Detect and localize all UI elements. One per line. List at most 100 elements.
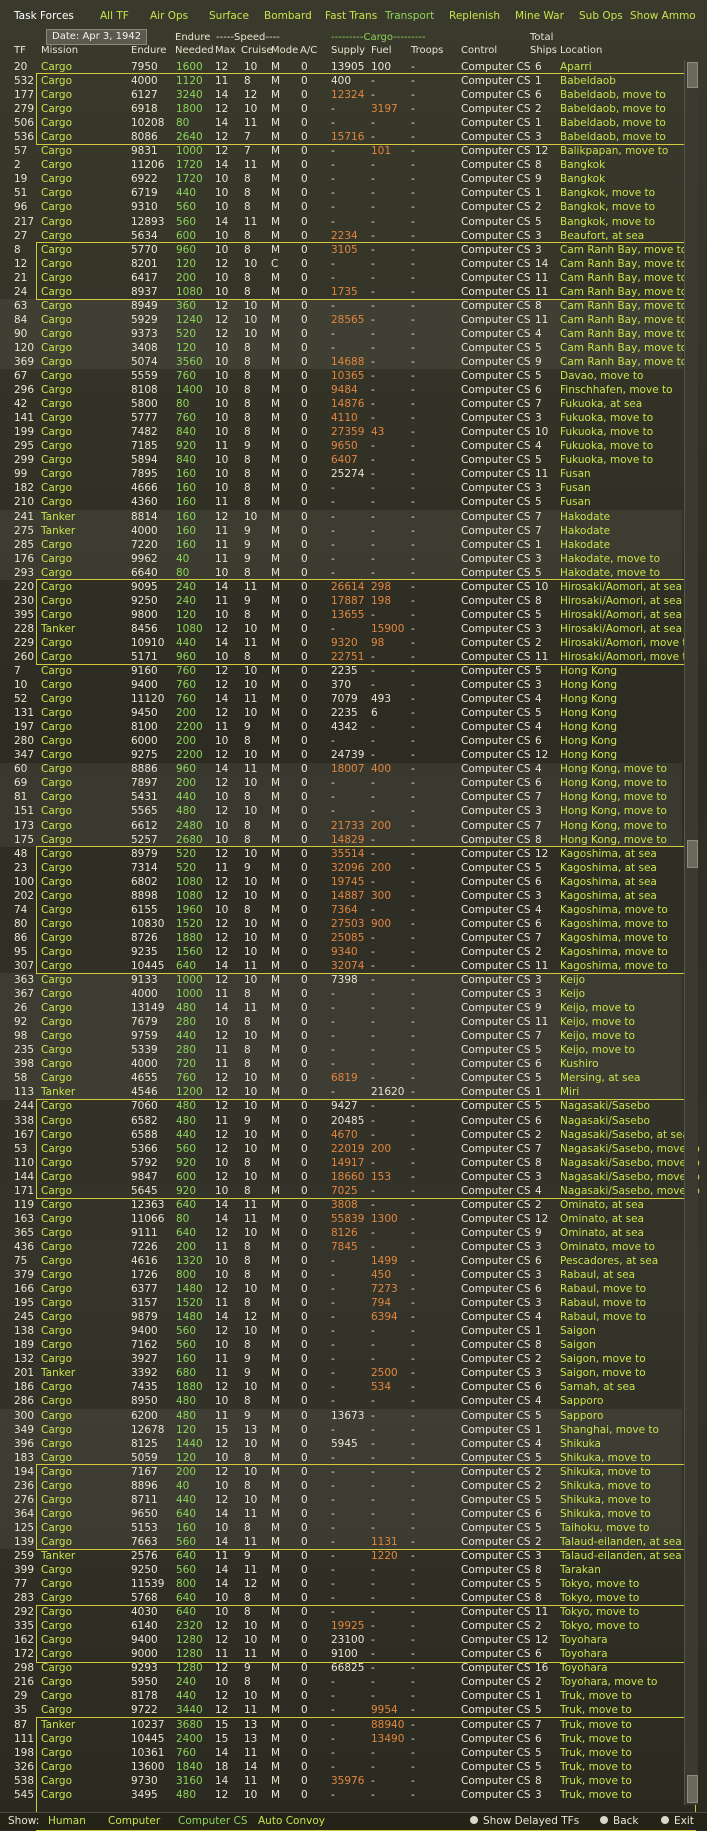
task-force-row[interactable]: 286 Cargo 8950 480 10 8 M 0- - - Computer CS 4 Sappo… — [0, 1394, 682, 1408]
cell-tf-number[interactable]: 286 — [14, 1394, 34, 1408]
cell-tf-number[interactable]: 436 — [14, 1240, 34, 1254]
cell-location[interactable]: Hirosaki/Aomori, at sea — [560, 608, 682, 622]
cell-location[interactable]: Cam Ranh Bay, move to — [560, 257, 687, 271]
cell-tf-number[interactable]: 2 — [14, 158, 21, 172]
task-force-row[interactable]: 57 Cargo 9831 1000 12 7 M 0-101- Computer CS 12 Ba… — [0, 144, 682, 158]
task-force-row[interactable]: 395 Cargo 9800 120 10 8 M 0 13655- - Computer CS 5 H… — [0, 608, 682, 622]
cell-location[interactable]: Cam Ranh Bay, move to — [560, 285, 687, 299]
cell-location[interactable]: Truk, move to — [560, 1746, 632, 1760]
cell-tf-number[interactable]: 173 — [14, 819, 34, 833]
cell-location[interactable]: Kagoshima, move to — [560, 917, 668, 931]
cell-tf-number[interactable]: 186 — [14, 1380, 34, 1394]
cell-tf-number[interactable]: 280 — [14, 734, 34, 748]
cell-tf-number[interactable]: 63 — [14, 299, 27, 313]
cell-location[interactable]: Babeldaob, move to — [560, 130, 666, 144]
task-force-row[interactable]: 217 Cargo 12893 560 14 11 M 0- - - Computer CS 5 Ban… — [0, 215, 682, 229]
task-force-row[interactable]: 326 Cargo 13600 1840 18 14 M 0- - - Computer CS 5 Tr… — [0, 1760, 682, 1774]
cell-location[interactable]: Hakodate, move to — [560, 552, 660, 566]
cell-location[interactable]: Fukuoka, move to — [560, 425, 653, 439]
task-force-row[interactable]: 300 Cargo 6200 480 11 9 M 0 13673- - Computer CS 5 S… — [0, 1409, 682, 1423]
cell-location[interactable]: Toyohara, move to — [560, 1675, 657, 1689]
task-force-row[interactable]: 162 Cargo 9400 1280 12 10 M 0 23100- - Computer CS… — [0, 1633, 682, 1647]
cell-tf-number[interactable]: 12 — [14, 257, 27, 271]
task-force-row[interactable]: 285 Cargo 7220 160 11 9 M 0- - - Computer CS 1 Hakod… — [0, 538, 682, 552]
task-force-row[interactable]: 198 Cargo 10361 760 14 11 M 0- - - Computer CS 5 Tru… — [0, 1746, 682, 1760]
task-force-row[interactable]: 244 Cargo 7060 480 12 10 M 0 9427- - Computer CS 5 N… — [0, 1099, 682, 1113]
cell-tf-number[interactable]: 113 — [14, 1085, 34, 1099]
cell-tf-number[interactable]: 220 — [14, 580, 34, 594]
task-force-row[interactable]: 349 Cargo 12678 120 15 13 M 0- - - Computer CS 1 Sha… — [0, 1423, 682, 1437]
cell-tf-number[interactable]: 120 — [14, 341, 34, 355]
cell-location[interactable]: Bangkok, move to — [560, 215, 655, 229]
cell-tf-number[interactable]: 141 — [14, 411, 34, 425]
task-force-row[interactable]: 335 Cargo 6140 2320 12 10 M 0 19925- - Computer CS… — [0, 1619, 682, 1633]
col-control[interactable]: Control — [461, 45, 497, 56]
cell-location[interactable]: Talaud-eilanden, at sea — [560, 1549, 682, 1563]
task-force-row[interactable]: 7 Cargo 9160 760 12 10 M 0 2235- - Computer CS 5 Hon… — [0, 664, 682, 678]
cell-location[interactable]: Finschhafen, move to — [560, 383, 673, 397]
cell-location[interactable]: Hirosaki/Aomori, move to — [560, 650, 693, 664]
filter-computer[interactable]: Computer — [108, 1815, 160, 1827]
cell-tf-number[interactable]: 52 — [14, 692, 27, 706]
cell-location[interactable]: Rabaul, move to — [560, 1282, 646, 1296]
cell-location[interactable]: Hong Kong — [560, 734, 617, 748]
cell-location[interactable]: Shikuka, move to — [560, 1507, 651, 1521]
cell-tf-number[interactable]: 110 — [14, 1156, 34, 1170]
cell-location[interactable]: Sapporo — [560, 1409, 603, 1423]
task-force-row[interactable]: 236 Cargo 8896 40 10 8 M 0- - - Computer CS 2 Shikuk… — [0, 1479, 682, 1493]
cell-tf-number[interactable]: 182 — [14, 481, 34, 495]
cell-tf-number[interactable]: 95 — [14, 945, 27, 959]
cell-tf-number[interactable]: 166 — [14, 1282, 34, 1296]
back-button[interactable]: Back — [600, 1815, 639, 1827]
cell-tf-number[interactable]: 171 — [14, 1184, 34, 1198]
cell-location[interactable]: Tokyo, move to — [560, 1619, 639, 1633]
cell-location[interactable]: Hong Kong — [560, 720, 617, 734]
task-force-row[interactable]: 506 Cargo 10208 80 14 11 M 0- - - Computer CS 1 Babe… — [0, 116, 682, 130]
cell-location[interactable]: Toyohara — [560, 1647, 608, 1661]
cell-tf-number[interactable]: 364 — [14, 1507, 34, 1521]
task-force-row[interactable]: 241 Tanker 8814 160 12 10 M 0- - - Computer CS 7 Hak… — [0, 510, 682, 524]
col-cruise[interactable]: Cruise — [241, 45, 273, 56]
cell-location[interactable]: Babeldaob, move to — [560, 88, 666, 102]
cell-location[interactable]: Bangkok, move to — [560, 186, 655, 200]
cell-location[interactable]: Hirosaki/Aomori, at sea — [560, 622, 682, 636]
cell-tf-number[interactable]: 217 — [14, 215, 34, 229]
cell-location[interactable]: Toyohara — [560, 1661, 608, 1675]
col-max[interactable]: Max — [215, 45, 236, 56]
cell-tf-number[interactable]: 230 — [14, 594, 34, 608]
task-force-row[interactable]: 177 Cargo 6127 3240 14 12 M 0 12324- - Computer CS… — [0, 88, 682, 102]
cell-location[interactable]: Tokyo, move to — [560, 1577, 639, 1591]
tab-all-tf[interactable]: All TF — [100, 10, 129, 22]
task-force-row[interactable]: 230 Cargo 9250 240 11 9 M 0 17887 198- Computer CS… — [0, 594, 682, 608]
task-force-row[interactable]: 166 Cargo 6377 1480 12 10 M 0-7273- Computer CS 6… — [0, 1282, 682, 1296]
cell-tf-number[interactable]: 80 — [14, 917, 27, 931]
task-force-row[interactable]: 151 Cargo 5565 480 12 10 M 0- - - Computer CS 3 Hong… — [0, 804, 682, 818]
col-ships[interactable]: Ships — [530, 45, 557, 56]
cell-tf-number[interactable]: 57 — [14, 144, 27, 158]
col-supply[interactable]: Supply — [331, 45, 365, 56]
task-force-row[interactable]: 51 Cargo 6719 440 10 8 M 0- - - Computer CS 1 Bangko… — [0, 186, 682, 200]
cell-location[interactable]: Kagoshima, move to — [560, 945, 668, 959]
task-force-row[interactable]: 195 Cargo 3157 1520 11 8 M 0-794- Computer CS 3 Ra… — [0, 1296, 682, 1310]
cell-tf-number[interactable]: 228 — [14, 622, 34, 636]
cell-location[interactable]: Hakodate — [560, 510, 610, 524]
cell-location[interactable]: Samah, at sea — [560, 1380, 635, 1394]
cell-location[interactable]: Shikuka — [560, 1437, 601, 1451]
task-force-row[interactable]: 398 Cargo 4000 720 11 8 M 0- - - Computer CS 6 Kushi… — [0, 1057, 682, 1071]
task-force-row[interactable]: 119 Cargo 12363 640 14 11 M 0 3808- - Computer CS 2… — [0, 1198, 682, 1212]
tab-sub-ops[interactable]: Sub Ops — [579, 10, 623, 22]
cell-tf-number[interactable]: 87 — [14, 1718, 27, 1732]
cell-tf-number[interactable]: 99 — [14, 467, 27, 481]
scrollbar-thumb-top[interactable] — [687, 62, 698, 88]
cell-location[interactable]: Talaud-eilanden, at sea — [560, 1535, 682, 1549]
task-force-row[interactable]: 77 Cargo 11539 800 14 12 M 0- - - Computer CS 5 Toky… — [0, 1577, 682, 1591]
cell-tf-number[interactable]: 299 — [14, 453, 34, 467]
cell-location[interactable]: Hong Kong, move to — [560, 804, 667, 818]
task-force-row[interactable]: 172 Cargo 9000 1280 11 11 M 0 9100- - Computer CS 6… — [0, 1647, 682, 1661]
cell-location[interactable]: Mersing, at sea — [560, 1071, 640, 1085]
cell-tf-number[interactable]: 241 — [14, 510, 34, 524]
task-force-row[interactable]: 171 Cargo 5645 920 10 8 M 0 7025- - Computer CS 4 Na… — [0, 1184, 700, 1198]
task-force-row[interactable]: 23 Cargo 7314 520 11 9 M 0 32096 200- Computer CS 5… — [0, 861, 682, 875]
cell-tf-number[interactable]: 7 — [14, 664, 21, 678]
task-force-row[interactable]: 80 Cargo 10830 1520 12 10 M 0 27503 900- Computer … — [0, 917, 682, 931]
